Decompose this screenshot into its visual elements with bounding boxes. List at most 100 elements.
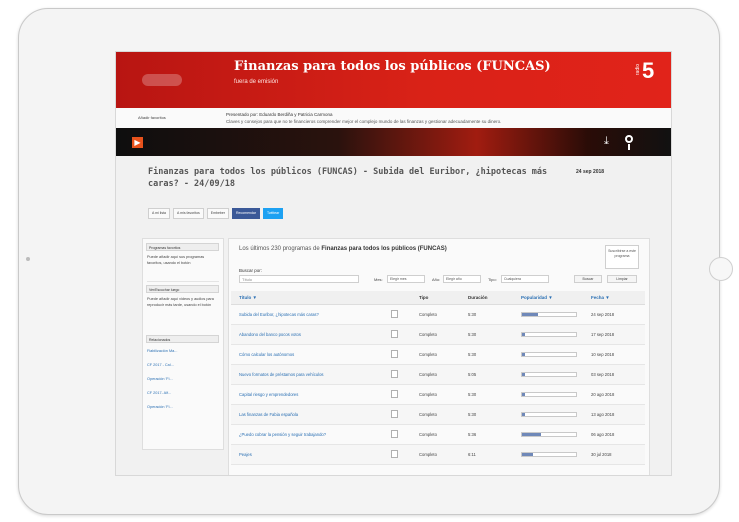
facebook-recommend-button[interactable]: Recomendar — [231, 208, 261, 219]
episode-actions: A mi lista A mis favoritos Embeber Recom… — [148, 208, 284, 219]
episode-date-cell: 03 sep 2018 — [591, 372, 615, 377]
search-button[interactable]: Buscar — [574, 275, 602, 283]
episode-type: Completo — [419, 392, 437, 397]
program-title: Finanzas para todos los públicos (FUNCAS… — [234, 59, 551, 74]
table-row[interactable]: Las finanzas de Fabia española Completo 5:… — [231, 405, 645, 425]
table-row[interactable]: ¿Puedo cobrar la pensión y seguir trabaj… — [231, 425, 645, 445]
episode-duration: 6:11 — [468, 452, 476, 457]
related-link[interactable]: Fiabilización Ma... — [147, 349, 177, 353]
episode-duration: 5:36 — [468, 432, 477, 437]
search-input[interactable]: Título — [239, 275, 359, 283]
document-icon[interactable] — [391, 370, 398, 378]
table-row[interactable]: Nuevo formatos de préstamos para vehícul… — [231, 365, 645, 385]
episode-duration: 5:30 — [468, 392, 477, 397]
episode-type: Completo — [419, 372, 437, 377]
episode-link[interactable]: Peajes — [239, 452, 252, 457]
document-icon[interactable] — [391, 310, 398, 318]
episode-duration: 5:30 — [468, 312, 477, 317]
episode-type: Completo — [419, 332, 437, 337]
embed-button[interactable]: Embeber — [206, 208, 229, 219]
add-to-favorites-button[interactable]: A mis favoritos — [173, 208, 204, 219]
watch-later-section-title[interactable]: Ver/Escuchar luego — [146, 285, 219, 293]
play-icon[interactable]: ▶ — [132, 137, 143, 148]
add-to-list-button[interactable]: A mi lista — [148, 208, 171, 219]
episode-date-cell: 17 sep 2018 — [591, 332, 615, 337]
popularity-fill — [522, 433, 541, 436]
type-label: Tipo: — [488, 277, 497, 282]
table-row[interactable]: Cómo calcular los autónomos Completo 5:30 1… — [231, 345, 645, 365]
document-icon[interactable] — [391, 410, 398, 418]
document-icon[interactable] — [391, 350, 398, 358]
episode-date-cell: 20 ago 2018 — [591, 392, 615, 397]
episode-link[interactable]: Cómo calcular los autónomos — [239, 352, 294, 357]
audio-player: ▶ ⤓ — [116, 128, 671, 156]
clear-button[interactable]: Limpiar — [607, 275, 637, 283]
popularity-bar — [521, 452, 577, 457]
col-type-header: Tipo — [419, 295, 429, 300]
episode-date-cell: 06 ago 2018 — [591, 432, 615, 437]
col-title-header[interactable]: Título ▼ — [239, 295, 257, 300]
rtve-logo[interactable] — [142, 74, 182, 86]
year-label: Año: — [432, 277, 441, 282]
document-icon[interactable] — [391, 330, 398, 338]
month-select[interactable]: Elegir mes — [387, 275, 425, 283]
year-select[interactable]: Elegir año — [443, 275, 481, 283]
episode-link[interactable]: Capital riesgo y emprendedores — [239, 392, 298, 397]
related-link[interactable]: CF 2017 - Cal... — [147, 363, 174, 367]
popularity-fill — [522, 453, 533, 456]
popularity-fill — [522, 413, 525, 416]
presenters-text: Presentado por: Eduardo Berdiña y Patric… — [226, 112, 333, 117]
popularity-bar — [521, 332, 577, 337]
related-link[interactable]: CF 2017- Alf... — [147, 391, 171, 395]
episode-duration: 5:30 — [468, 352, 477, 357]
episode-type: Completo — [419, 412, 437, 417]
download-icon[interactable]: ⤓ — [604, 135, 609, 148]
page-content: Finanzas para todos los públicos (FUNCAS… — [116, 156, 671, 475]
tweet-button[interactable]: Twittear — [263, 208, 284, 219]
divider — [147, 281, 219, 282]
document-icon[interactable] — [391, 450, 398, 458]
popularity-bar — [521, 352, 577, 357]
popularity-bar — [521, 312, 577, 317]
popularity-fill — [522, 353, 525, 356]
favorites-section-title[interactable]: Programas favoritos — [146, 243, 219, 251]
type-select[interactable]: Cualquiera — [501, 275, 549, 283]
radio5-logo[interactable]: 5 — [642, 58, 654, 84]
program-subtitle: fuera de emisión — [234, 79, 279, 85]
popularity-bar — [521, 412, 577, 417]
table-row[interactable]: Capital riesgo y emprendedores Completo 5:… — [231, 385, 645, 405]
episode-link[interactable]: ¿Puedo cobrar la pensión y seguir trabaj… — [239, 432, 326, 437]
episode-date-cell: 30 jul 2018 — [591, 452, 612, 457]
col-duration-header: Duración — [468, 295, 488, 300]
document-icon[interactable] — [391, 390, 398, 398]
related-link[interactable]: Operación 'Fi... — [147, 377, 173, 381]
subscribe-button[interactable]: Suscribirse a este programa — [605, 245, 639, 269]
episode-type: Completo — [419, 312, 437, 317]
popularity-fill — [522, 313, 539, 316]
popularity-bar — [521, 432, 577, 437]
table-row[interactable]: Abandono del banco pocos votos Completo 5:… — [231, 325, 645, 345]
popularity-fill — [522, 393, 525, 396]
related-section-title: Relacionados — [146, 335, 219, 343]
episodes-panel: Los últimos 230 programas de Finanzas pa… — [228, 238, 650, 475]
camera-dot — [26, 257, 30, 261]
episode-date-cell: 10 sep 2018 — [591, 352, 615, 357]
episode-link[interactable]: Las finanzas de Fabia española — [239, 412, 298, 417]
table-row[interactable]: Subida del Euribor, ¿hipotecas más caras… — [231, 305, 645, 325]
home-button[interactable] — [709, 257, 733, 281]
episode-link[interactable]: Subida del Euribor, ¿hipotecas más caras… — [239, 312, 319, 317]
favorites-help-text: Puede añadir aquí sus programas favorito… — [147, 255, 205, 265]
col-date-header[interactable]: Fecha ▼ — [591, 295, 610, 300]
add-favorites-button[interactable]: Añadir favoritos — [138, 115, 166, 120]
table-row[interactable]: Peajes Completo 6:11 30 jul 2018 — [231, 445, 645, 465]
episodes-heading-program: Finanzas para todos los públicos (FUNCAS… — [321, 246, 447, 252]
podcast-icon[interactable] — [625, 135, 633, 150]
program-header: Finanzas para todos los públicos (FUNCAS… — [116, 52, 671, 108]
col-popularity-header[interactable]: Popularidad ▼ — [521, 295, 553, 300]
episode-link[interactable]: Abandono del banco pocos votos — [239, 332, 301, 337]
program-info-bar: Añadir favoritos Presentado por: Eduardo… — [116, 108, 671, 129]
month-label: Mes: — [374, 277, 383, 282]
episode-link[interactable]: Nuevo formatos de préstamos para vehícul… — [239, 372, 324, 377]
document-icon[interactable] — [391, 430, 398, 438]
related-link[interactable]: Operación 'Fi... — [147, 405, 173, 409]
